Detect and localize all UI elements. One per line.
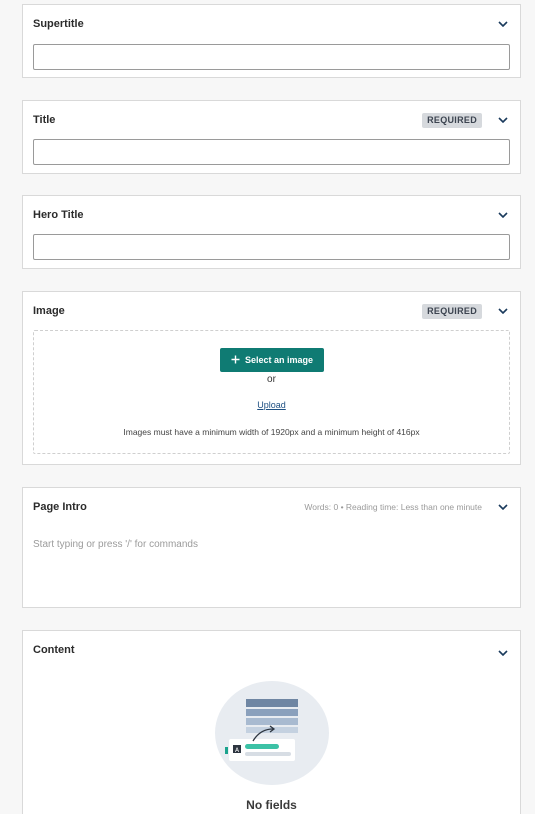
upload-link-wrapper: Upload: [34, 400, 509, 410]
no-fields-illustration: A: [215, 681, 329, 785]
image-size-hint: Images must have a minimum width of 1920…: [123, 427, 420, 437]
upload-link[interactable]: Upload: [257, 400, 286, 410]
hero-title-label: Hero Title: [33, 209, 84, 221]
content-field-header: Content: [33, 641, 510, 659]
title-field-card: Title REQUIRED: [22, 100, 521, 174]
no-fields-message: No fields: [246, 798, 297, 812]
supertitle-field-header: Supertitle: [33, 15, 510, 33]
content-field-card: Content A No fields: [22, 630, 521, 814]
plus-icon: [231, 355, 240, 366]
chevron-down-icon[interactable]: [496, 500, 510, 514]
supertitle-field-card: Supertitle: [22, 4, 521, 78]
page-intro-editor[interactable]: Start typing or press '/' for commands: [33, 539, 198, 550]
chevron-down-icon[interactable]: [496, 646, 510, 660]
page: Supertitle Title REQUIRED Hero Title Ima…: [0, 0, 535, 814]
content-label: Content: [33, 644, 75, 656]
chevron-down-icon[interactable]: [496, 17, 510, 31]
chevron-down-icon[interactable]: [496, 304, 510, 318]
required-badge: REQUIRED: [422, 303, 482, 319]
title-label: Title: [33, 114, 56, 126]
page-intro-label: Page Intro: [33, 501, 87, 513]
select-image-label: Select an image: [244, 355, 314, 365]
title-input[interactable]: [33, 139, 510, 165]
page-intro-field-card: Page Intro Words: 0 • Reading time: Less…: [22, 487, 521, 608]
hero-title-field-header: Hero Title: [33, 206, 510, 224]
select-image-button[interactable]: Select an image: [220, 348, 324, 372]
required-badge: REQUIRED: [422, 112, 482, 128]
image-field-card: Image REQUIRED Select an image or Upload…: [22, 291, 521, 465]
image-dropzone[interactable]: Select an image or Upload Images must ha…: [33, 330, 510, 454]
hero-title-field-card: Hero Title: [22, 195, 521, 269]
page-intro-field-header: Page Intro Words: 0 • Reading time: Less…: [33, 498, 510, 516]
or-text: or: [267, 374, 276, 385]
hero-title-input[interactable]: [33, 234, 510, 260]
supertitle-label: Supertitle: [33, 18, 84, 30]
chevron-down-icon[interactable]: [496, 208, 510, 222]
supertitle-input[interactable]: [33, 44, 510, 70]
chevron-down-icon[interactable]: [496, 113, 510, 127]
image-label: Image: [33, 305, 65, 317]
title-field-header: Title REQUIRED: [33, 111, 510, 129]
word-count-stats: Words: 0 • Reading time: Less than one m…: [304, 502, 482, 512]
image-field-header: Image REQUIRED: [33, 302, 510, 320]
